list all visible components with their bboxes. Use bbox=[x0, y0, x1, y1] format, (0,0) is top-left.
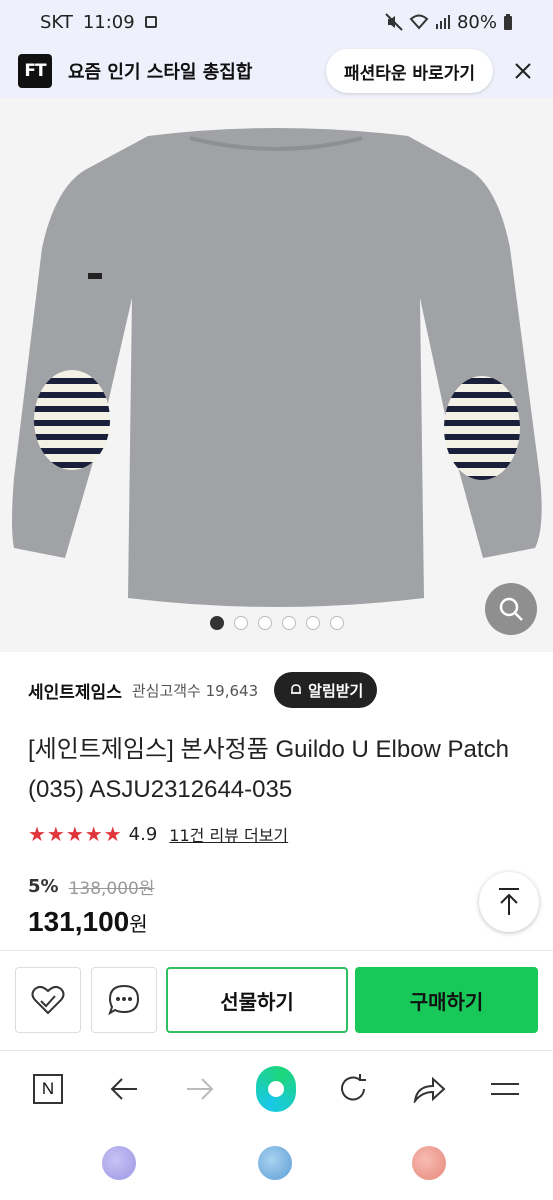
tab-favicon[interactable] bbox=[102, 1146, 136, 1180]
tab-favicon[interactable] bbox=[258, 1146, 292, 1180]
battery-label: 80% bbox=[456, 11, 497, 33]
share-button[interactable] bbox=[409, 1069, 449, 1109]
notification-icon bbox=[144, 16, 157, 28]
home-button[interactable] bbox=[256, 1065, 297, 1112]
battery-icon bbox=[504, 14, 512, 30]
discount-row: 5% 138,000원 bbox=[28, 874, 155, 899]
rating-value: 4.9 bbox=[128, 823, 158, 845]
discount-rate: 5% bbox=[28, 876, 59, 897]
gift-button[interactable]: 선물하기 bbox=[166, 967, 348, 1033]
refresh-button[interactable] bbox=[333, 1069, 373, 1109]
product-image[interactable] bbox=[0, 98, 553, 652]
watchers-count: 관심고객수 19,643 bbox=[132, 680, 258, 701]
promo-banner[interactable]: FT 요즘 인기 스타일 총집합 패션타운 바로가기 bbox=[0, 44, 553, 98]
price-value: 131,100 bbox=[28, 906, 130, 937]
forward-button[interactable] bbox=[180, 1069, 220, 1109]
naver-button[interactable]: N bbox=[28, 1069, 68, 1109]
pagination-dot[interactable] bbox=[257, 616, 272, 630]
refresh-icon bbox=[340, 1073, 366, 1100]
watchers-label: 관심고객수 bbox=[131, 681, 201, 700]
arrow-up-icon bbox=[499, 888, 519, 915]
shirt-image bbox=[12, 128, 542, 607]
naver-icon: N bbox=[33, 1073, 64, 1104]
purchase-action-bar: 선물하기 구매하기 bbox=[0, 951, 553, 1051]
scroll-top-button[interactable] bbox=[479, 872, 539, 932]
chat-icon bbox=[108, 984, 140, 1016]
product-title: [세인트제임스] 본사정품 Guildo U Elbow Patch (035)… bbox=[28, 736, 509, 803]
tabs-bar bbox=[0, 1126, 553, 1200]
menu-button[interactable] bbox=[485, 1069, 525, 1109]
bell-plus-icon bbox=[291, 684, 302, 694]
status-bar: SKT 11:09 80% bbox=[0, 0, 553, 44]
chat-button[interactable] bbox=[91, 967, 157, 1033]
alert-label: 알림받기 bbox=[308, 681, 364, 700]
pagination-dot[interactable] bbox=[233, 616, 248, 630]
watchers-value: 19,643 bbox=[205, 681, 259, 700]
home-icon bbox=[256, 1065, 297, 1112]
brand-row: 세인트제임스 관심고객수 19,643 알림받기 bbox=[28, 672, 528, 708]
mute-icon bbox=[385, 13, 403, 31]
time-label: 11:09 bbox=[82, 11, 135, 33]
ft-logo: FT bbox=[18, 54, 52, 88]
star-rating-icon: ★★★★★ bbox=[28, 822, 123, 846]
pagination-dot[interactable] bbox=[305, 616, 320, 630]
alert-button[interactable]: 알림받기 bbox=[274, 672, 378, 708]
original-price: 138,000원 bbox=[68, 879, 155, 899]
image-pagination bbox=[0, 616, 553, 630]
menu-icon bbox=[490, 1082, 519, 1095]
sale-price: 131,100원 bbox=[28, 906, 148, 938]
review-link[interactable]: 11건 리뷰 더보기 bbox=[169, 822, 288, 846]
pagination-dot[interactable] bbox=[281, 616, 296, 630]
signal-icon bbox=[435, 15, 450, 29]
brand-name[interactable]: 세인트제임스 bbox=[28, 678, 122, 703]
tab-favicon[interactable] bbox=[412, 1146, 446, 1180]
browser-toolbar: N bbox=[0, 1051, 553, 1126]
pagination-dot[interactable] bbox=[209, 616, 224, 630]
close-icon[interactable] bbox=[511, 59, 535, 83]
carrier-label: SKT bbox=[40, 11, 73, 33]
back-button[interactable] bbox=[104, 1069, 144, 1109]
banner-text: 요즘 인기 스타일 총집합 bbox=[68, 62, 253, 83]
price-unit: 원 bbox=[129, 914, 148, 936]
fashion-town-button[interactable]: 패션타운 바로가기 bbox=[325, 49, 493, 93]
buy-button[interactable]: 구매하기 bbox=[355, 967, 538, 1033]
wifi-icon bbox=[409, 14, 429, 30]
arrow-left-icon bbox=[110, 1077, 138, 1100]
pagination-dot[interactable] bbox=[329, 616, 344, 630]
rating-row: ★★★★★ 4.9 11건 리뷰 더보기 bbox=[28, 822, 288, 846]
share-icon bbox=[413, 1076, 446, 1103]
arrow-right-icon bbox=[187, 1077, 214, 1100]
wishlist-button[interactable] bbox=[15, 967, 81, 1033]
heart-check-icon bbox=[31, 985, 65, 1015]
